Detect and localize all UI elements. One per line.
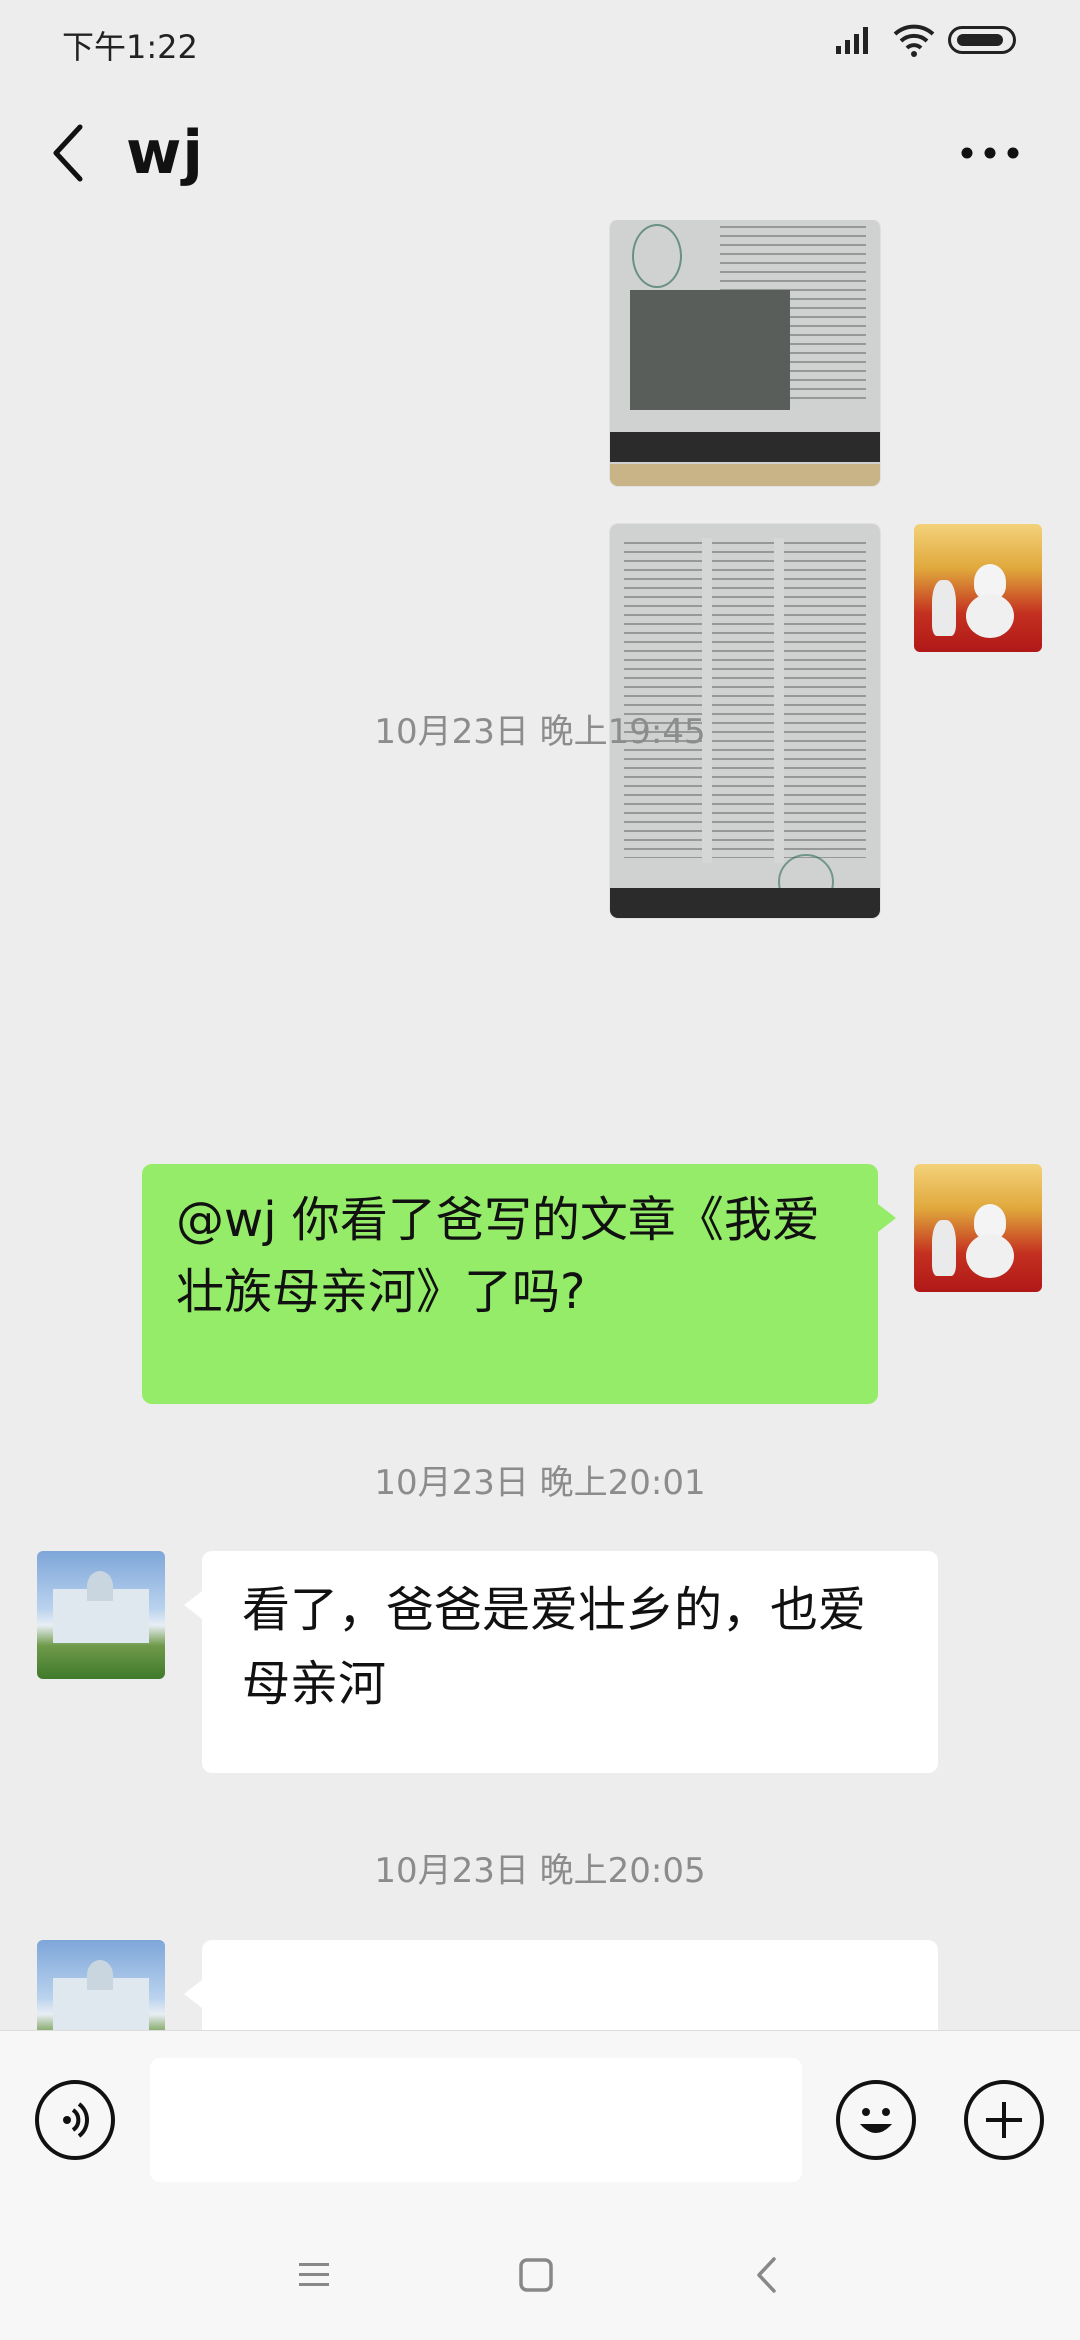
back-button[interactable] (38, 118, 98, 188)
battery-icon (948, 26, 1016, 54)
timestamp: 10月23日 晚上20:05 (374, 1851, 706, 1891)
more-dots-icon (961, 147, 1019, 159)
signal-icon (836, 27, 868, 54)
received-message-bubble[interactable] (184, 1940, 938, 2030)
more-button[interactable] (955, 128, 1025, 178)
back-icon (757, 2257, 776, 2293)
nav-home-button[interactable] (506, 2245, 566, 2305)
contact-avatar[interactable] (37, 1551, 165, 1679)
timestamp: 10月23日 晚上19:45 (374, 712, 706, 752)
timestamp: 10月23日 晚上20:01 (374, 1463, 706, 1503)
plus-icon (986, 2102, 1022, 2138)
wifi-icon (893, 24, 935, 57)
sent-message-bubble[interactable]: @wj 你看了爸写的文章《我爱壮族母亲河》了吗? (142, 1164, 896, 1404)
chat-title: wj (126, 118, 204, 188)
stamp-mark (632, 224, 682, 288)
my-avatar[interactable] (914, 524, 1042, 652)
contact-avatar[interactable] (37, 1940, 165, 2030)
image-message[interactable] (610, 220, 880, 486)
voice-button[interactable] (35, 2080, 115, 2160)
home-icon (519, 2258, 553, 2292)
voice-icon (63, 2102, 89, 2138)
received-message-bubble[interactable]: 看了，爸爸是爱壮乡的，也爱母亲河 (184, 1551, 938, 1773)
nav-back-button[interactable] (736, 2245, 796, 2305)
plus-button[interactable] (964, 2080, 1044, 2160)
message-input[interactable] (150, 2058, 802, 2182)
chevron-left-icon (53, 124, 83, 182)
chat-area[interactable]: 10月23日 晚上19:45 @wj 你看了爸写的文章《我爱壮族母亲河》了吗? … (0, 220, 1080, 2030)
emoji-button[interactable] (836, 2080, 916, 2160)
emoji-icon (860, 2108, 892, 2133)
photo-in-article (630, 290, 790, 410)
my-avatar[interactable] (914, 1164, 1042, 1292)
status-time: 下午1:22 (62, 28, 198, 66)
nav-menu-button[interactable] (284, 2245, 344, 2305)
menu-icon (299, 2263, 329, 2286)
